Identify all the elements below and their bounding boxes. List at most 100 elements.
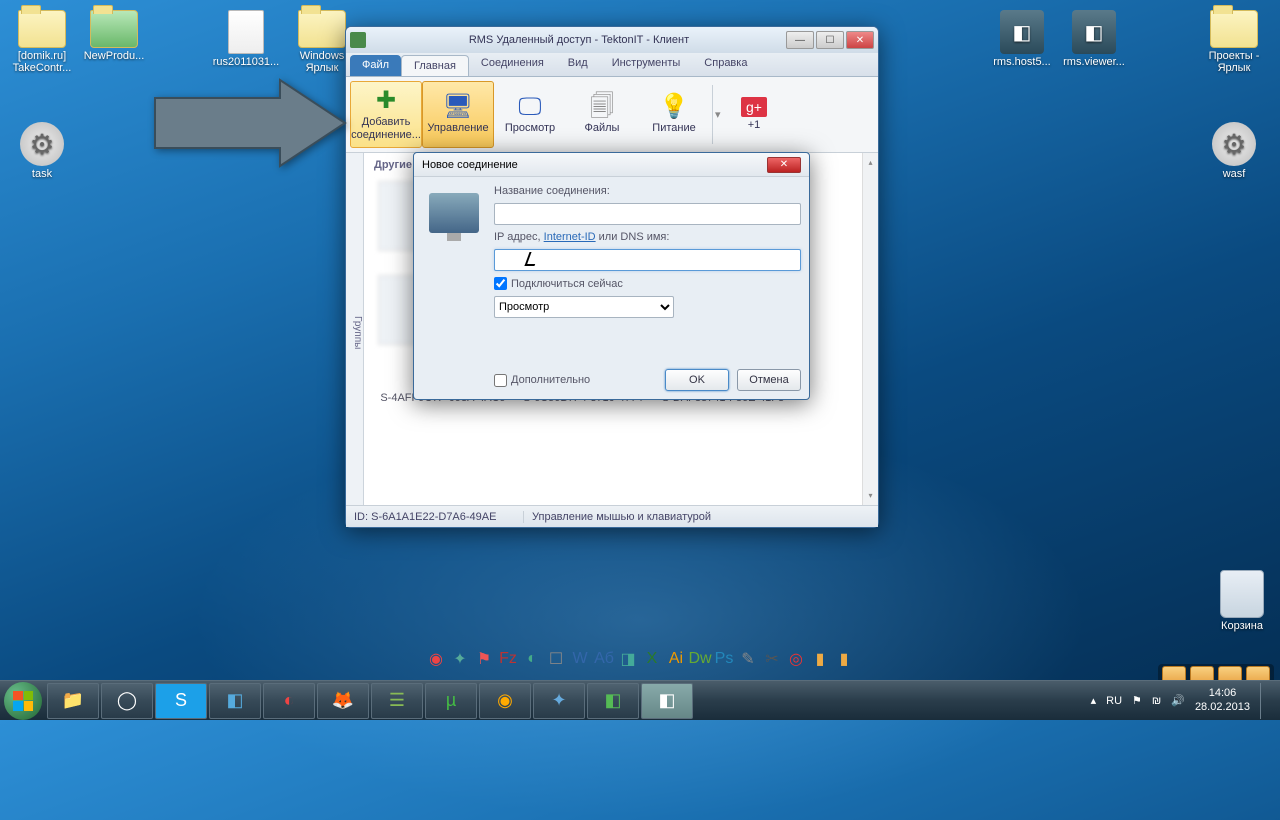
tab-tools[interactable]: Инструменты [600, 53, 693, 76]
internet-id-link[interactable]: Internet-ID [544, 231, 596, 243]
taskbar-rms-viewer[interactable]: ◧ [641, 683, 693, 719]
dialog-title: Новое соединение [422, 159, 518, 171]
desktop-icon-rmshost[interactable]: ◧rms.host5... [986, 10, 1058, 68]
files-icon: 🗐 [586, 94, 618, 120]
tray-icon[interactable]: X [641, 648, 663, 670]
close-button[interactable]: ✕ [846, 31, 874, 49]
monitor-icon: 🖵 [514, 94, 546, 120]
maximize-button[interactable]: ☐ [816, 31, 844, 49]
tray-icon[interactable]: Ps [713, 648, 735, 670]
taskbar-aimp[interactable]: ◉ [479, 683, 531, 719]
tray-icon[interactable]: ▮ [809, 648, 831, 670]
taskbar-app-blue[interactable]: ◧ [209, 683, 261, 719]
dialog-icon [422, 185, 486, 391]
ribbon-tabs: Файл Главная Соединения Вид Инструменты … [346, 53, 878, 77]
tray-icon[interactable]: Fz [497, 648, 519, 670]
statusbar: ID: S-6A1A1E22-D7A6-49AE Управление мышь… [346, 505, 878, 527]
taskbar-utorrent[interactable]: µ [425, 683, 477, 719]
taskbar-explorer[interactable]: 📁 [47, 683, 99, 719]
desktop-icon-task[interactable]: ⚙task [6, 122, 78, 180]
scrollbar[interactable] [862, 153, 878, 505]
google-plus-button[interactable]: g++1 [735, 81, 773, 148]
taskbar-app[interactable]: ☰ [371, 683, 423, 719]
power-icon: 💡 [658, 94, 690, 120]
quick-launch-tray: ◉ ✦ ⚑ Fz ◐ ☐ W Aб ◨ X Ai Dw Ps ✎ ✂ ◎ ▮ ▮ [425, 644, 855, 674]
tray-icon[interactable]: Ai [665, 648, 687, 670]
tray-icon[interactable]: ✎ [737, 648, 759, 670]
desktop-icon-projects[interactable]: Проекты - Ярлык [1198, 10, 1270, 74]
new-connection-dialog: Новое соединение ✕ Название соединения: … [413, 152, 810, 400]
tray-show-hidden[interactable]: ▴ [1091, 694, 1097, 707]
status-mode: Управление мышью и клавиатурой [524, 511, 878, 523]
status-id: ID: S-6A1A1E22-D7A6-49AE [346, 511, 524, 523]
taskbar-firefox[interactable]: 🦊 [317, 683, 369, 719]
power-button[interactable]: 💡Питание [638, 81, 710, 148]
minimize-button[interactable]: — [786, 31, 814, 49]
titlebar[interactable]: RMS Удаленный доступ - TektonIT - Клиент… [346, 27, 878, 53]
tray-icon[interactable]: ◐ [521, 648, 543, 670]
tray-icon[interactable]: ✦ [449, 648, 471, 670]
tab-help[interactable]: Справка [692, 53, 759, 76]
taskbar-skype[interactable]: S [155, 683, 207, 719]
dialog-titlebar[interactable]: Новое соединение ✕ [414, 153, 809, 177]
cancel-button[interactable]: Отмена [737, 369, 801, 391]
tray-icon[interactable]: ◎ [785, 648, 807, 670]
tray-icon[interactable]: ◉ [425, 648, 447, 670]
advanced-checkbox[interactable] [494, 374, 507, 387]
ip-address-input[interactable] [494, 249, 801, 271]
tray-icon[interactable]: ▮ [833, 648, 855, 670]
desktop-icon-recycle-bin[interactable]: Корзина [1206, 570, 1278, 632]
start-button[interactable] [4, 682, 42, 720]
tab-main[interactable]: Главная [401, 55, 469, 76]
sidebar-groups[interactable]: Группы [346, 153, 364, 505]
tray-icon[interactable]: ☐ [545, 648, 567, 670]
tray-volume-icon[interactable]: 🔊 [1171, 694, 1185, 707]
mode-select[interactable]: Просмотр [494, 296, 674, 318]
gplus-icon: g+ [741, 97, 767, 117]
tray-icon[interactable]: ◨ [617, 648, 639, 670]
desktop-icon-newprodu[interactable]: NewProdu... [78, 10, 150, 62]
ribbon: ✚Добавить соединение... 🖥Управление 🖵Про… [346, 77, 878, 153]
plus-icon: ✚ [370, 88, 402, 114]
mouse-cursor [527, 252, 539, 270]
monitor-cursor-icon: 🖥 [442, 94, 474, 120]
files-button[interactable]: 🗐Файлы [566, 81, 638, 148]
clock[interactable]: 14:0628.02.2013 [1195, 687, 1250, 713]
tray-network-icon[interactable]: ₪ [1152, 695, 1161, 707]
connection-name-label: Название соединения: [494, 185, 801, 197]
taskbar-rms1[interactable]: ◧ [587, 683, 639, 719]
add-connection-button[interactable]: ✚Добавить соединение... [350, 81, 422, 148]
annotation-arrow [150, 78, 350, 168]
desktop-icon-rus2011[interactable]: rus2011031... [210, 10, 282, 68]
ok-button[interactable]: OK [665, 369, 729, 391]
tab-connections[interactable]: Соединения [469, 53, 556, 76]
control-button[interactable]: 🖥Управление [422, 81, 494, 148]
tray-icon[interactable]: ✂ [761, 648, 783, 670]
connect-now-label: Подключиться сейчас [511, 278, 623, 290]
connection-name-input[interactable] [494, 203, 801, 225]
tab-file[interactable]: Файл [350, 55, 401, 76]
dialog-close-button[interactable]: ✕ [767, 157, 801, 173]
taskbar: 📁 ◯ S ◧ ◐ 🦊 ☰ µ ◉ ✦ ◧ ◧ ▴ RU ⚑ ₪ 🔊 14:06… [0, 680, 1280, 720]
connect-now-checkbox[interactable] [494, 277, 507, 290]
tray-icon[interactable]: Aб [593, 648, 615, 670]
desktop-icon-rmsviewer[interactable]: ◧rms.viewer... [1058, 10, 1130, 68]
ip-label: IP адрес, Internet-ID или DNS имя: [494, 231, 801, 243]
tray-icon[interactable]: Dw [689, 648, 711, 670]
preview-button[interactable]: 🖵Просмотр [494, 81, 566, 148]
tab-view[interactable]: Вид [556, 53, 600, 76]
taskbar-app-red[interactable]: ◐ [263, 683, 315, 719]
ribbon-more[interactable]: ▾ [715, 81, 735, 148]
taskbar-app[interactable]: ✦ [533, 683, 585, 719]
tray-icon[interactable]: ⚑ [473, 648, 495, 670]
language-indicator[interactable]: RU [1106, 695, 1122, 707]
desktop-icon-idomik[interactable]: [domik.ru] TakeContr... [6, 10, 78, 74]
app-icon [350, 32, 366, 48]
tray-icon[interactable]: W [569, 648, 591, 670]
advanced-label: Дополнительно [511, 374, 590, 386]
show-desktop-button[interactable] [1260, 683, 1268, 719]
taskbar-chrome[interactable]: ◯ [101, 683, 153, 719]
window-title: RMS Удаленный доступ - TektonIT - Клиент [372, 34, 786, 46]
desktop-icon-wasf[interactable]: ⚙wasf [1198, 122, 1270, 180]
tray-flag-icon[interactable]: ⚑ [1132, 694, 1142, 707]
